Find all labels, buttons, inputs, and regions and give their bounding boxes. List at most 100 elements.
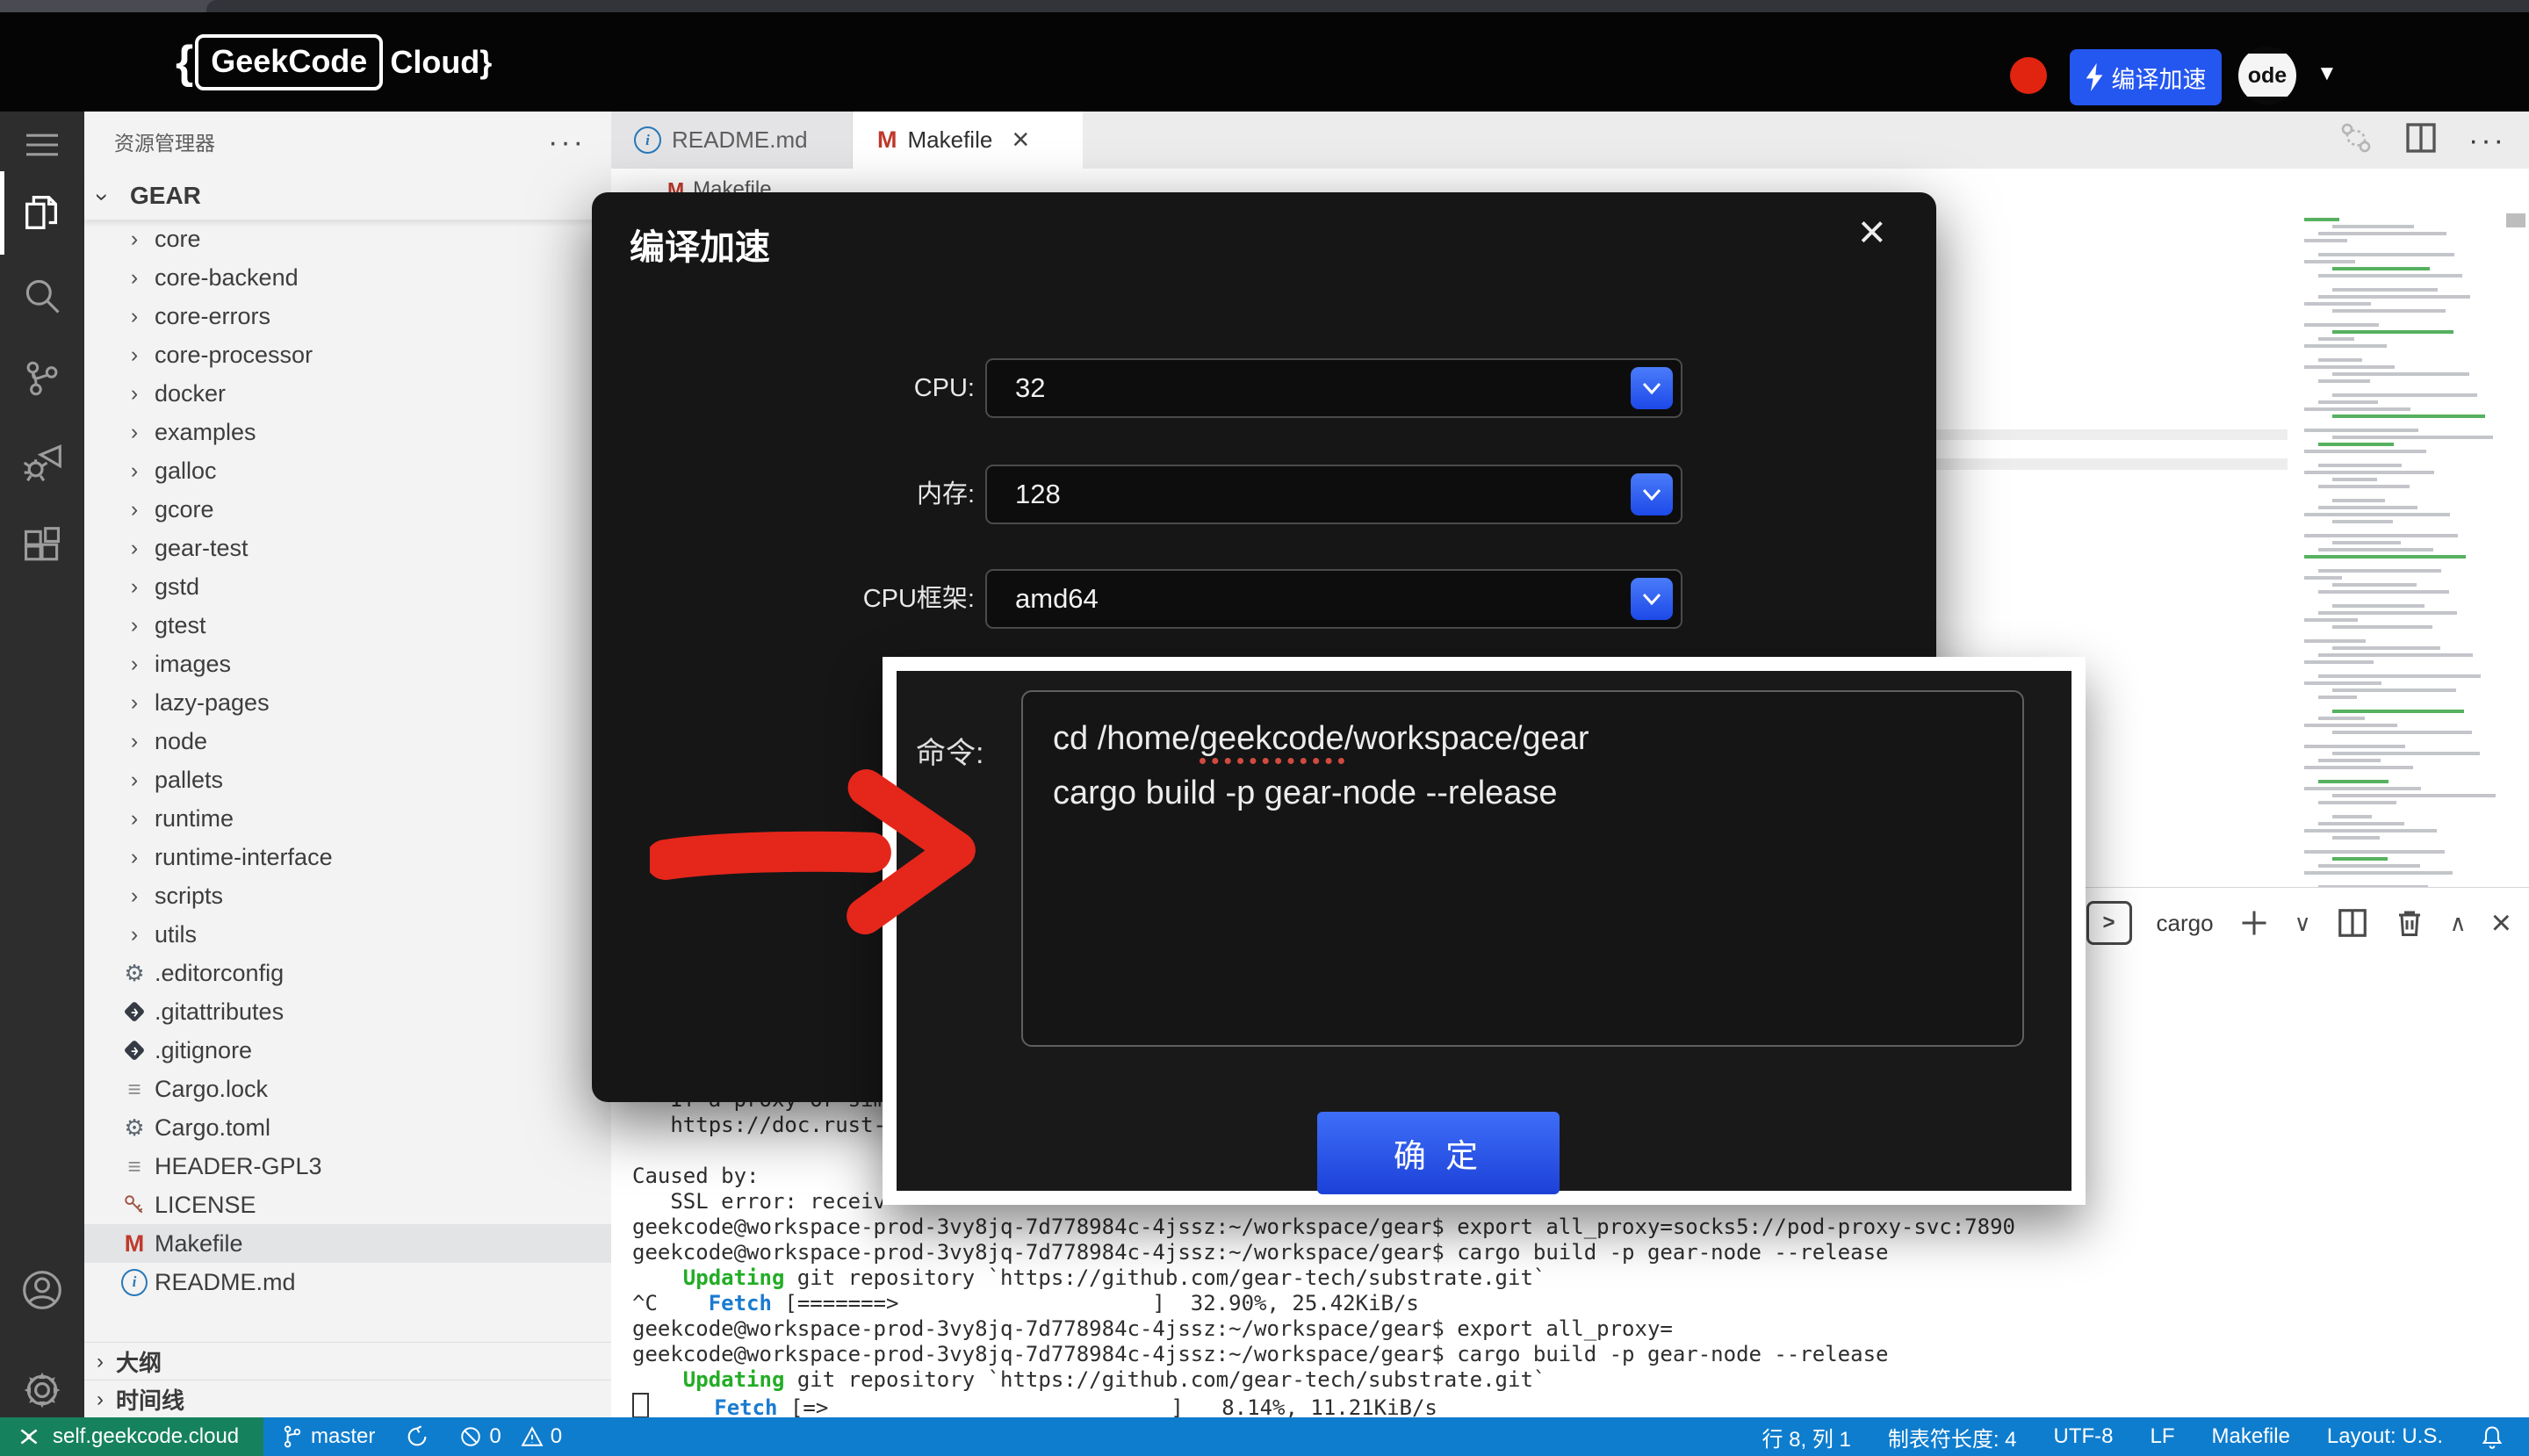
- tree-item-gstd[interactable]: ›gstd: [84, 567, 611, 606]
- activity-bar: [0, 112, 84, 1417]
- tree-item-gear-test[interactable]: ›gear-test: [84, 529, 611, 567]
- memory-select[interactable]: 128: [985, 465, 1682, 524]
- outline-section[interactable]: › 大纲: [84, 1342, 611, 1380]
- cpu-arch-dropdown-button[interactable]: [1631, 578, 1673, 620]
- tree-item-docker[interactable]: ›docker: [84, 374, 611, 413]
- tree-item-label: runtime-interface: [155, 844, 333, 871]
- tree-item-gtest[interactable]: ›gtest: [84, 606, 611, 645]
- avatar-text: ode: [2248, 63, 2287, 89]
- tree-item-label: Cargo.lock: [155, 1076, 268, 1103]
- project-section-header[interactable]: › GEAR: [84, 176, 611, 220]
- tree-item--gitattributes[interactable]: .gitattributes: [84, 992, 611, 1031]
- tree-item-core-backend[interactable]: ›core-backend: [84, 258, 611, 297]
- tree-item-cargo-lock[interactable]: ≡Cargo.lock: [84, 1070, 611, 1108]
- compare-changes-icon[interactable]: [2338, 120, 2374, 160]
- tab-close-icon[interactable]: ×: [1012, 123, 1029, 157]
- tab-readme[interactable]: i README.md: [611, 112, 853, 169]
- source-control-icon[interactable]: [0, 358, 84, 399]
- tab-makefile[interactable]: M Makefile ×: [853, 112, 1083, 169]
- menu-icon[interactable]: [0, 129, 84, 161]
- account-icon[interactable]: [0, 1269, 84, 1311]
- tree-item-gcore[interactable]: ›gcore: [84, 490, 611, 529]
- tree-item-images[interactable]: ›images: [84, 645, 611, 683]
- split-terminal-icon[interactable]: [2336, 906, 2369, 940]
- remote-indicator[interactable]: self.geekcode.cloud: [0, 1417, 263, 1456]
- tree-item-makefile[interactable]: MMakefile: [84, 1224, 611, 1263]
- geekcode-cloud-logo: { GeekCode Cloud}: [176, 12, 492, 112]
- maximize-panel-icon[interactable]: ∧: [2450, 910, 2467, 937]
- command-textarea[interactable]: cd /home/geekcode/workspace/gear cargo b…: [1021, 690, 2024, 1047]
- cpu-select[interactable]: 32: [985, 358, 1682, 418]
- tree-item-core-processor[interactable]: ›core-processor: [84, 335, 611, 374]
- scrollbar-thumb[interactable]: [2506, 213, 2525, 227]
- branch-name: master: [311, 1424, 375, 1449]
- tree-item-label: README.md: [155, 1269, 296, 1296]
- tree-item-runtime[interactable]: ›runtime: [84, 799, 611, 838]
- editor-tab-bar: i README.md M Makefile × ···: [611, 112, 2529, 169]
- cpu-arch-select[interactable]: amd64: [985, 569, 1682, 629]
- tree-item-pallets[interactable]: ›pallets: [84, 760, 611, 799]
- problems-item[interactable]: 0 0: [459, 1424, 562, 1449]
- chevron-right-icon: ›: [121, 768, 148, 793]
- tree-item-label: docker: [155, 380, 226, 407]
- more-actions-icon[interactable]: ···: [2468, 132, 2506, 149]
- status-right-items: 行 8, 列 1 制表符长度: 4 UTF-8 LF Makefile Layo…: [1762, 1422, 2504, 1452]
- cursor-position-item[interactable]: 行 8, 列 1: [1762, 1422, 1850, 1452]
- explorer-icon[interactable]: [0, 191, 84, 234]
- eol-item[interactable]: LF: [2151, 1424, 2175, 1449]
- extensions-icon[interactable]: [0, 525, 84, 567]
- memory-dropdown-button[interactable]: [1631, 473, 1673, 515]
- shell-badge-icon[interactable]: >: [2086, 901, 2132, 945]
- kill-terminal-trash-icon[interactable]: [2394, 907, 2425, 939]
- tree-item-examples[interactable]: ›examples: [84, 413, 611, 451]
- language-mode-item[interactable]: Makefile: [2212, 1424, 2290, 1449]
- indentation-item[interactable]: 制表符长度: 4: [1888, 1422, 2017, 1452]
- search-icon[interactable]: [0, 275, 84, 317]
- tree-item--gitignore[interactable]: .gitignore: [84, 1031, 611, 1070]
- tree-item-label: .gitattributes: [155, 998, 284, 1026]
- tree-item-readme-md[interactable]: iREADME.md: [84, 1263, 611, 1301]
- cpu-dropdown-button[interactable]: [1631, 367, 1673, 409]
- layout-item[interactable]: Layout: U.S.: [2327, 1424, 2443, 1449]
- tree-item-scripts[interactable]: ›scripts: [84, 876, 611, 915]
- tree-item-utils[interactable]: ›utils: [84, 915, 611, 954]
- account-dropdown-caret-icon[interactable]: ▼: [2316, 61, 2338, 86]
- run-debug-icon[interactable]: [0, 442, 84, 484]
- tree-item-core[interactable]: ›core: [84, 220, 611, 258]
- user-avatar[interactable]: ode: [2238, 47, 2296, 105]
- cpu-arch-field-label: CPU框架:: [769, 569, 975, 629]
- new-terminal-icon[interactable]: [2238, 907, 2270, 939]
- tree-item-node[interactable]: ›node: [84, 722, 611, 760]
- notifications-bell-icon[interactable]: [2480, 1424, 2504, 1449]
- gear-file-icon: ⚙: [121, 1114, 148, 1142]
- encoding-item[interactable]: UTF-8: [2054, 1424, 2114, 1449]
- tree-item-lazy-pages[interactable]: ›lazy-pages: [84, 683, 611, 722]
- tree-item-label: Cargo.toml: [155, 1114, 270, 1142]
- chevron-right-icon: ›: [121, 922, 148, 948]
- tree-item-galloc[interactable]: ›galloc: [84, 451, 611, 490]
- timeline-section[interactable]: › 时间线: [84, 1380, 611, 1418]
- tree-item-header-gpl3[interactable]: ≡HEADER-GPL3: [84, 1147, 611, 1186]
- sidebar-more-icon[interactable]: ···: [548, 112, 586, 176]
- close-panel-icon[interactable]: ×: [2491, 905, 2511, 941]
- tree-item-core-errors[interactable]: ›core-errors: [84, 297, 611, 335]
- git-branch-item[interactable]: master: [281, 1424, 375, 1449]
- compile-accelerate-button[interactable]: 编译加速: [2070, 49, 2222, 105]
- settings-gear-icon[interactable]: [0, 1369, 84, 1411]
- tree-item--editorconfig[interactable]: ⚙.editorconfig: [84, 954, 611, 992]
- tree-item-license[interactable]: LICENSE: [84, 1186, 611, 1224]
- branch-icon: [281, 1424, 304, 1449]
- tree-item-label: lazy-pages: [155, 689, 270, 717]
- git-file-icon: [121, 1000, 148, 1023]
- explorer-tree: ›core›core-backend›core-errors›core-proc…: [84, 220, 611, 1301]
- window-top-strip: [0, 0, 2529, 12]
- split-editor-icon[interactable]: [2403, 120, 2439, 160]
- sync-item[interactable]: [405, 1424, 429, 1449]
- tree-item-runtime-interface[interactable]: ›runtime-interface: [84, 838, 611, 876]
- minimap[interactable]: [2294, 218, 2503, 890]
- terminal-dropdown-icon[interactable]: ∨: [2295, 910, 2311, 937]
- confirm-button[interactable]: 确 定: [1317, 1112, 1560, 1194]
- window-tab-shape: [206, 0, 2529, 12]
- dialog-close-icon[interactable]: ×: [1858, 208, 1886, 256]
- tree-item-cargo-toml[interactable]: ⚙Cargo.toml: [84, 1108, 611, 1147]
